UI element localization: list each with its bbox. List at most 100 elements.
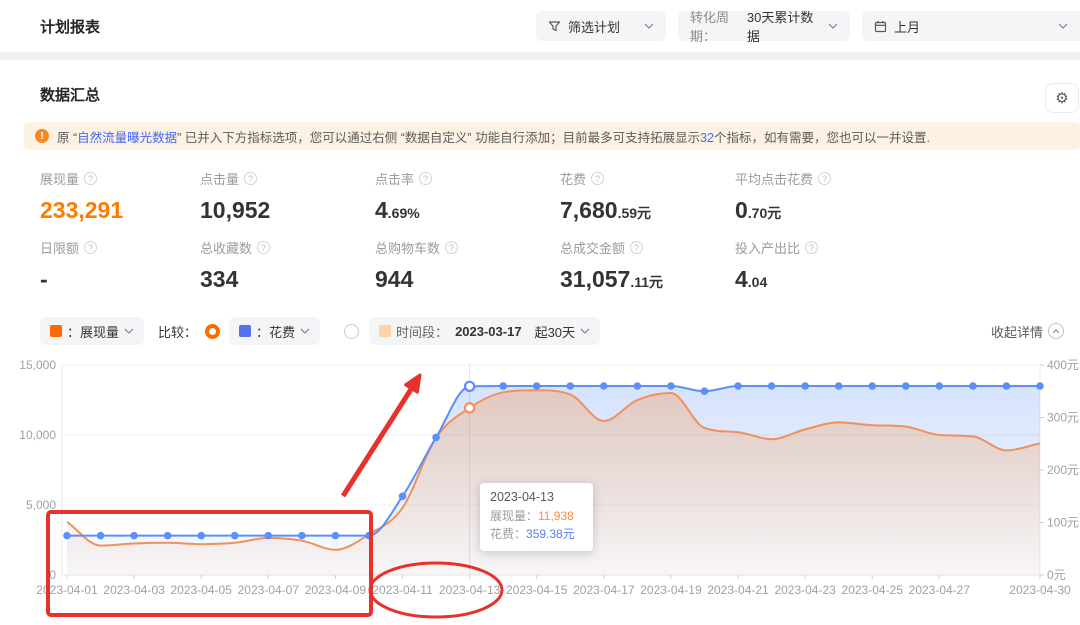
tooltip-value: 11,938 [538, 507, 574, 525]
tooltip-row: 展现量： 11,938 [490, 507, 583, 525]
hover-marker [465, 403, 474, 412]
notice-text-part: 原 “ [57, 131, 77, 145]
data-point [365, 532, 373, 540]
card-title: 数据汇总 [40, 84, 1040, 105]
metrics-row: 展现量? 233,291 点击量? 10,952 点击率? 4.69% 花费? … [40, 169, 1080, 224]
help-icon[interactable]: ? [257, 241, 270, 254]
metric-value: 4.04 [735, 266, 818, 293]
gear-icon: ⚙ [1055, 89, 1068, 107]
data-point [1036, 382, 1044, 390]
metrics-summary: 展现量? 233,291 点击量? 10,952 点击率? 4.69% 花费? … [0, 150, 1080, 293]
x-axis-label: 2023-04-23 [774, 583, 836, 597]
collapse-details-label: 收起详情 [991, 322, 1043, 341]
data-point [902, 382, 910, 390]
help-icon[interactable]: ? [244, 172, 257, 185]
collapse-details-button[interactable]: 收起详情 [991, 322, 1064, 341]
chevron-down-icon [1058, 23, 1068, 29]
x-axis-label: 2023-04-21 [707, 583, 769, 597]
metric-value: 4.69% [375, 197, 560, 224]
date-range-dropdown[interactable]: 上月 [862, 11, 1080, 41]
help-icon[interactable]: ? [818, 172, 831, 185]
notice-text-part: ” 已并入下方指标选项，您可以通过右侧 “数据自定义” 功能自行添加；目前最多可… [177, 131, 700, 145]
x-axis-label: 2023-04-19 [640, 583, 702, 597]
data-point [634, 382, 642, 390]
metric-value: 31,057.11元 [560, 266, 735, 293]
series2-selector[interactable]: ：花费 [229, 317, 320, 345]
metric-label: 总收藏数 [200, 238, 252, 257]
series2-swatch [239, 325, 251, 337]
period-swatch [379, 325, 391, 337]
metric-value: - [40, 266, 200, 293]
metric-label: 花费 [560, 169, 586, 188]
y-axis-label-right: 0元 [1047, 568, 1066, 582]
notice-text-part: 个指标，如有需要，您也可以一并设置. [714, 131, 930, 145]
metric-value: 334 [200, 266, 375, 293]
chevron-down-icon [124, 328, 134, 334]
metric-label: 日限额 [40, 238, 79, 257]
period-range: 起30天 [535, 322, 575, 341]
x-axis-label: 2023-04-30 [1009, 583, 1071, 597]
section-divider [0, 52, 1080, 60]
data-point [399, 492, 407, 500]
chart-controls: ：展现量 比较： ：花费 时间段： 2023-03-17 起30天 收起详情 [0, 307, 1080, 346]
data-point [1003, 382, 1011, 390]
metric-value: 233,291 [40, 197, 200, 224]
data-point [701, 387, 709, 395]
compare-radio-selected[interactable] [205, 324, 220, 339]
chevron-down-icon [828, 23, 838, 29]
tooltip-value: 359.38元 [526, 525, 575, 543]
x-axis-label: 2023-04-11 [372, 583, 433, 597]
hover-marker [465, 382, 474, 391]
metric-value: 10,952 [200, 197, 375, 224]
notice-link[interactable]: 自然流量曝光数据 [77, 131, 177, 145]
topbar: 计划报表 筛选计划 转化周期： 30天累计数据 上月 [0, 0, 1080, 52]
metric-value: 944 [375, 266, 560, 293]
notice-link[interactable]: 32 [700, 131, 714, 145]
conversion-period-value: 30天累计数据 [747, 7, 814, 45]
y-axis-label-left: 5,000 [26, 498, 56, 512]
metric-daily-limit: 日限额? - [40, 238, 200, 293]
conversion-period-dropdown[interactable]: 转化周期： 30天累计数据 [678, 11, 850, 41]
help-icon[interactable]: ? [630, 241, 643, 254]
metric-value: 0.70元 [735, 197, 831, 224]
metric-label: 总成交金额 [560, 238, 625, 257]
data-point [130, 532, 138, 540]
metric-cost: 花费? 7,680.59元 [560, 169, 735, 224]
x-axis-label: 2023-04-03 [103, 583, 165, 597]
help-icon[interactable]: ? [805, 241, 818, 254]
help-icon[interactable]: ? [419, 172, 432, 185]
x-axis-label: 2023-04-13 [439, 583, 501, 597]
metric-avg-cpc: 平均点击花费? 0.70元 [735, 169, 831, 224]
compare-radio-unselected[interactable] [344, 324, 359, 339]
metric-label: 展现量 [40, 169, 79, 188]
series1-swatch [50, 325, 62, 337]
x-axis-label: 2023-04-25 [842, 583, 904, 597]
y-axis-label-left: 0 [49, 568, 56, 582]
help-icon[interactable]: ? [84, 241, 97, 254]
metric-label: 总购物车数 [375, 238, 440, 257]
period-selector[interactable]: 时间段： 2023-03-17 起30天 [369, 317, 600, 345]
x-axis-label: 2023-04-15 [506, 583, 568, 597]
series1-selector[interactable]: ：展现量 [40, 317, 144, 345]
date-range-value: 上月 [894, 17, 920, 36]
notice-bar: ! 原 “自然流量曝光数据” 已并入下方指标选项，您可以通过右侧 “数据自定义”… [24, 122, 1080, 150]
metric-roi: 投入产出比? 4.04 [735, 238, 818, 293]
y-axis-label-right: 200元 [1047, 463, 1079, 477]
collapse-circle-icon [1048, 323, 1064, 339]
filter-plan-dropdown[interactable]: 筛选计划 [536, 11, 666, 41]
help-icon[interactable]: ? [591, 172, 604, 185]
y-axis-label-right: 300元 [1047, 411, 1079, 425]
metric-gmv: 总成交金额? 31,057.11元 [560, 238, 735, 293]
help-icon[interactable]: ? [84, 172, 97, 185]
chevron-down-icon [580, 328, 590, 334]
metric-impressions: 展现量? 233,291 [40, 169, 200, 224]
metric-ctr: 点击率? 4.69% [375, 169, 560, 224]
metric-label: 平均点击花费 [735, 169, 813, 188]
data-point [499, 382, 507, 390]
chevron-down-icon [644, 23, 654, 29]
x-axis-label: 2023-04-09 [305, 583, 367, 597]
data-point [432, 434, 440, 442]
help-icon[interactable]: ? [445, 241, 458, 254]
calendar-icon [874, 20, 887, 33]
settings-button[interactable]: ⚙ [1045, 83, 1079, 113]
